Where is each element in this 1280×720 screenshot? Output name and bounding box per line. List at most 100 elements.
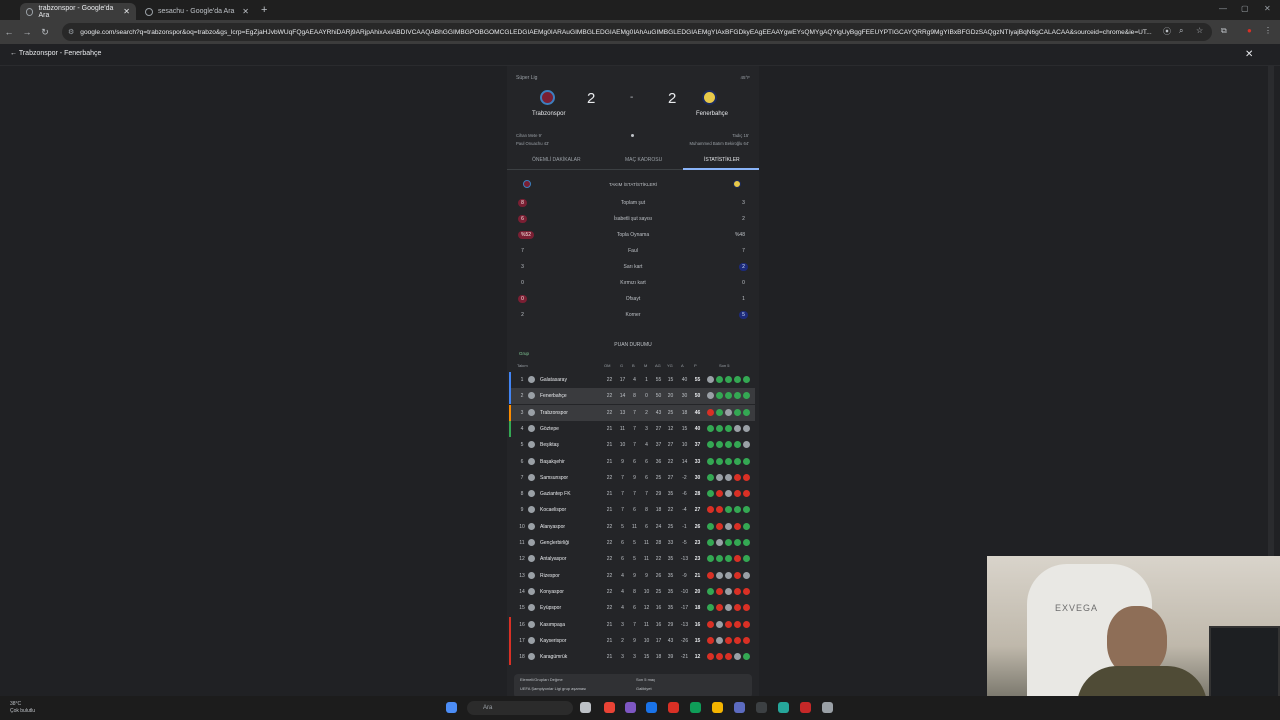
table-row[interactable]: 5 Beşiktaş 21 10 7 4 37 27 10 37 [509, 437, 755, 453]
form-result-icon[interactable] [734, 506, 741, 514]
table-row[interactable]: 1 Galatasaray 22 17 4 1 55 15 40 55 [509, 372, 755, 388]
fenerbahce-crest-icon[interactable] [702, 90, 717, 105]
form-result-icon[interactable] [734, 424, 741, 432]
form-result-icon[interactable] [725, 522, 732, 530]
app-icon[interactable] [778, 702, 789, 713]
form-result-icon[interactable] [734, 473, 741, 481]
away-team-name[interactable]: Fenerbahçe [696, 111, 728, 117]
form-result-icon[interactable] [716, 571, 723, 579]
form-result-icon[interactable] [734, 490, 741, 498]
table-row[interactable]: 16 Kasımpaşa 21 3 7 11 16 29 -13 16 [509, 616, 755, 633]
form-result-icon[interactable] [743, 604, 750, 612]
form-result-icon[interactable] [725, 441, 732, 449]
team-name[interactable]: Antalyaspor [540, 556, 590, 562]
form-result-icon[interactable] [725, 424, 732, 432]
table-row[interactable]: 2 Fenerbahçe 22 14 8 0 50 20 30 50 [509, 388, 755, 405]
team-name[interactable]: Eyüpspor [540, 605, 590, 611]
form-result-icon[interactable] [725, 473, 732, 481]
form-result-icon[interactable] [707, 473, 714, 481]
form-result-icon[interactable] [707, 653, 714, 661]
app-icon[interactable] [800, 702, 811, 713]
weather-widget[interactable]: 38°C Çok bulutlu [10, 701, 35, 715]
reload-icon[interactable]: ↻ [36, 27, 54, 38]
table-row[interactable]: 17 Kayserispor 21 2 9 10 17 43 -26 15 [509, 632, 755, 649]
form-result-icon[interactable] [743, 587, 750, 595]
form-result-icon[interactable] [716, 473, 723, 481]
form-result-icon[interactable] [707, 424, 714, 432]
team-name[interactable]: Samsunspor [540, 475, 590, 481]
form-result-icon[interactable] [725, 490, 732, 498]
new-tab-button[interactable]: + [261, 4, 267, 16]
task-view-icon[interactable] [580, 702, 591, 713]
back-to-search-link[interactable]: ← Trabzonspor - Fenerbahçe [10, 50, 101, 57]
team-name[interactable]: Beşiktaş [540, 442, 590, 448]
tab-stats[interactable]: İSTATİSTİKLER [704, 157, 740, 163]
form-result-icon[interactable] [716, 490, 723, 498]
opera-icon[interactable] [668, 702, 679, 713]
table-row[interactable]: 15 Eyüpspor 22 4 6 12 16 35 -17 18 [509, 600, 755, 616]
close-panel-icon[interactable]: ✕ [1245, 49, 1253, 60]
form-result-icon[interactable] [743, 571, 750, 579]
team-name[interactable]: Karagümrük [540, 654, 590, 660]
form-result-icon[interactable] [725, 604, 732, 612]
site-info-icon[interactable]: ⚙ [68, 28, 74, 36]
tab-key-moments[interactable]: ÖNEMLİ DAKİKALAR [532, 157, 581, 163]
form-result-icon[interactable] [725, 408, 732, 416]
team-name[interactable]: Gaziantep FK [540, 491, 590, 497]
form-result-icon[interactable] [734, 457, 741, 465]
table-row[interactable]: 14 Konyaspor 22 4 8 10 25 35 -10 20 [509, 584, 755, 600]
app-icon[interactable] [756, 702, 767, 713]
form-result-icon[interactable] [734, 653, 741, 661]
browser-tab-2[interactable]: sesachu - Google'da Ara ✕ [139, 3, 255, 20]
team-name[interactable]: Alanyaspor [540, 524, 590, 530]
form-result-icon[interactable] [734, 636, 741, 644]
form-result-icon[interactable] [743, 620, 750, 628]
form-result-icon[interactable] [716, 457, 723, 465]
close-tab-icon[interactable]: ✕ [242, 7, 249, 16]
location-icon[interactable]: ⦿ [1163, 26, 1171, 37]
form-result-icon[interactable] [707, 457, 714, 465]
form-result-icon[interactable] [725, 587, 732, 595]
form-result-icon[interactable] [707, 408, 714, 416]
team-name[interactable]: Galatasaray [540, 377, 590, 383]
table-row[interactable]: 8 Gaziantep FK 21 7 7 7 29 35 -6 28 [509, 486, 755, 502]
edge-icon[interactable] [690, 702, 701, 713]
team-name[interactable]: Kasımpaşa [540, 622, 590, 628]
menu-icon[interactable]: ⋮ [1264, 26, 1272, 35]
zoom-icon[interactable]: ⌕ [1179, 26, 1183, 36]
form-result-icon[interactable] [725, 506, 732, 514]
taskbar-search[interactable]: Ara [467, 701, 573, 715]
form-result-icon[interactable] [716, 506, 723, 514]
form-result-icon[interactable] [707, 539, 714, 546]
form-result-icon[interactable] [743, 490, 750, 498]
close-tab-icon[interactable]: ✕ [123, 7, 130, 16]
form-result-icon[interactable] [716, 376, 723, 383]
form-result-icon[interactable] [743, 522, 750, 530]
form-result-icon[interactable] [743, 653, 750, 661]
form-result-icon[interactable] [743, 408, 750, 416]
form-result-icon[interactable] [716, 653, 723, 661]
form-result-icon[interactable] [734, 555, 741, 563]
settings-icon[interactable] [822, 702, 833, 713]
form-result-icon[interactable] [734, 392, 741, 400]
table-row[interactable]: 4 Göztepe 21 11 7 3 27 12 15 40 [509, 420, 755, 437]
form-result-icon[interactable] [716, 620, 723, 628]
form-result-icon[interactable] [707, 620, 714, 628]
form-result-icon[interactable] [725, 571, 732, 579]
form-result-icon[interactable] [743, 376, 750, 383]
form-result-icon[interactable] [725, 539, 732, 546]
form-result-icon[interactable] [707, 376, 714, 383]
form-result-icon[interactable] [716, 555, 723, 563]
windows-start-icon[interactable] [446, 702, 457, 713]
form-result-icon[interactable] [716, 392, 723, 400]
app-icon[interactable] [734, 702, 745, 713]
form-result-icon[interactable] [716, 522, 723, 530]
form-result-icon[interactable] [707, 587, 714, 595]
form-result-icon[interactable] [716, 604, 723, 612]
form-result-icon[interactable] [734, 376, 741, 383]
app-icon[interactable] [625, 702, 636, 713]
chrome-icon[interactable] [604, 702, 615, 713]
form-result-icon[interactable] [734, 571, 741, 579]
form-result-icon[interactable] [743, 539, 750, 546]
form-result-icon[interactable] [716, 408, 723, 416]
